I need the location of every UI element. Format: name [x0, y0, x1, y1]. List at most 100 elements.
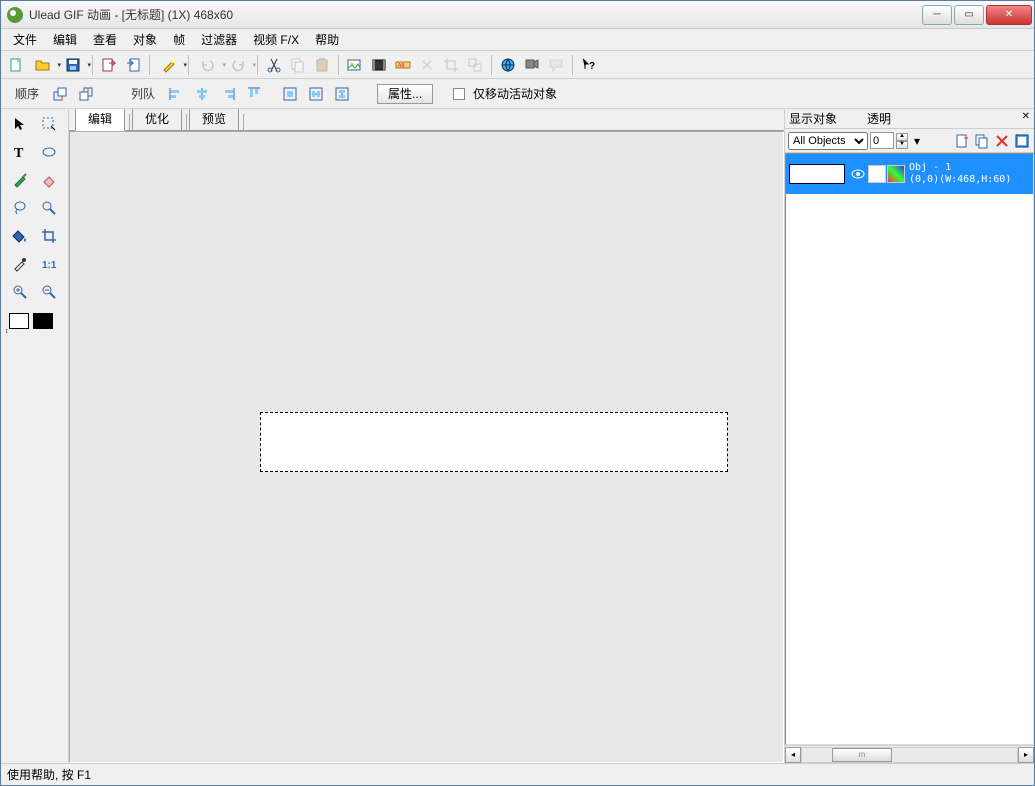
maximize-button[interactable]: ▭: [954, 5, 984, 25]
object-properties-icon[interactable]: [1013, 132, 1031, 150]
dropdown-toggle[interactable]: ▾: [910, 132, 924, 150]
tab-edit[interactable]: 编辑: [75, 109, 125, 131]
background-color[interactable]: [33, 313, 53, 329]
delete-object-icon[interactable]: [993, 132, 1011, 150]
import-button[interactable]: [122, 54, 144, 76]
paste-button[interactable]: [311, 54, 333, 76]
svg-text:AB: AB: [398, 63, 405, 69]
menu-bar: 文件 编辑 查看 对象 帧 过滤器 视频 F/X 帮助: [1, 29, 1034, 51]
menu-frame[interactable]: 帧: [165, 29, 193, 50]
menu-video-fx[interactable]: 视频 F/X: [245, 29, 307, 50]
browser-icon[interactable]: [497, 54, 519, 76]
object-item[interactable]: Obj - 1 (0,0)(W:468,H:60): [786, 154, 1033, 194]
transparent-input[interactable]: [870, 132, 894, 149]
oval-tool[interactable]: [39, 141, 61, 163]
move-active-label: 仅移动活动对象: [473, 85, 557, 102]
scroll-track[interactable]: m: [801, 747, 1018, 763]
align-left-button[interactable]: [165, 83, 187, 105]
distribute-v-button[interactable]: [331, 83, 353, 105]
swap-colors-icon[interactable]: ↕: [5, 328, 9, 335]
menu-file[interactable]: 文件: [5, 29, 45, 50]
brush-tool[interactable]: [9, 169, 31, 191]
separator: [149, 55, 150, 75]
open-button[interactable]: ▾: [29, 54, 57, 76]
export-button[interactable]: [98, 54, 120, 76]
menu-view[interactable]: 查看: [85, 29, 125, 50]
object-panel: 显示对象 透明 ✕ All Objects ▲▼ ▾: [784, 109, 1034, 763]
zoom-in-tool[interactable]: [9, 281, 31, 303]
add-object-icon[interactable]: [953, 132, 971, 150]
close-button[interactable]: ✕: [986, 5, 1032, 25]
zoom-out-tool[interactable]: [39, 281, 61, 303]
canvas-tabs: 编辑 优化 预览: [69, 109, 784, 131]
new-button[interactable]: [5, 54, 27, 76]
align-top-button[interactable]: [243, 83, 265, 105]
align-middle-button[interactable]: [279, 83, 301, 105]
context-help-button[interactable]: ?: [578, 54, 600, 76]
move-active-checkbox[interactable]: [453, 88, 465, 100]
main-toolbar: ▾ ▾ ▾ ▾ ▾ AB ?: [1, 51, 1034, 79]
status-bar: 使用帮助, 按 F1: [1, 763, 1034, 785]
distribute-h-button[interactable]: [305, 83, 327, 105]
bring-front-button[interactable]: [49, 83, 71, 105]
display-object-dropdown[interactable]: All Objects: [788, 132, 868, 150]
selection-tool[interactable]: [39, 113, 61, 135]
object-coords: (0,0)(W:468,H:60): [909, 174, 1011, 186]
menu-filter[interactable]: 过滤器: [193, 29, 245, 50]
svg-text:T: T: [14, 146, 24, 160]
cut-button[interactable]: [263, 54, 285, 76]
tool-palette: T 1:1: [1, 109, 69, 763]
scroll-right-button[interactable]: ▸: [1018, 747, 1034, 763]
align-center-h-button[interactable]: [191, 83, 213, 105]
object-info: Obj - 1 (0,0)(W:468,H:60): [909, 162, 1011, 186]
spin-buttons[interactable]: ▲▼: [896, 133, 908, 149]
lasso-tool[interactable]: [9, 197, 31, 219]
separator: [188, 55, 189, 75]
eyedropper-tool[interactable]: [9, 253, 31, 275]
crop-icon[interactable]: [440, 54, 462, 76]
crop-tool[interactable]: [39, 225, 61, 247]
add-banner-button[interactable]: AB: [392, 54, 414, 76]
canvas-viewport[interactable]: [69, 131, 784, 763]
main-area: T 1:1: [1, 109, 1034, 763]
align-right-button[interactable]: [217, 83, 239, 105]
add-image-button[interactable]: [344, 54, 366, 76]
visibility-icon[interactable]: [849, 165, 867, 183]
send-back-button[interactable]: [75, 83, 97, 105]
add-video-button[interactable]: [368, 54, 390, 76]
panel-close-icon[interactable]: ✕: [1022, 111, 1030, 122]
canvas-object[interactable]: [260, 412, 728, 472]
copy-button[interactable]: [287, 54, 309, 76]
layer-color-icon[interactable]: [887, 165, 905, 183]
undo-button[interactable]: ▾: [194, 54, 222, 76]
save-button[interactable]: ▾: [59, 54, 87, 76]
wizard-button[interactable]: ▾: [155, 54, 183, 76]
tab-optimize[interactable]: 优化: [132, 109, 182, 130]
scroll-thumb[interactable]: m: [832, 748, 892, 762]
actual-size-tool[interactable]: 1:1: [39, 253, 61, 275]
magnify-tool[interactable]: [39, 197, 61, 219]
svg-text:1:1: 1:1: [42, 260, 57, 271]
preview-icon[interactable]: [521, 54, 543, 76]
menu-object[interactable]: 对象: [125, 29, 165, 50]
tab-separator: [243, 114, 244, 130]
pointer-tool[interactable]: [9, 113, 31, 135]
eraser-tool[interactable]: [39, 169, 61, 191]
tab-preview[interactable]: 预览: [189, 109, 239, 130]
foreground-color[interactable]: [9, 313, 29, 329]
text-tool[interactable]: T: [9, 141, 31, 163]
scissors-icon[interactable]: [416, 54, 438, 76]
properties-button[interactable]: 属性...: [377, 84, 433, 104]
scroll-left-button[interactable]: ◂: [785, 747, 801, 763]
minimize-button[interactable]: ─: [922, 5, 952, 25]
menu-edit[interactable]: 编辑: [45, 29, 85, 50]
fill-tool[interactable]: [9, 225, 31, 247]
redo-button[interactable]: ▾: [224, 54, 252, 76]
menu-help[interactable]: 帮助: [307, 29, 347, 50]
panel-scrollbar[interactable]: ◂ m ▸: [785, 745, 1034, 763]
comment-icon[interactable]: [545, 54, 567, 76]
duplicate-object-icon[interactable]: [973, 132, 991, 150]
merge-icon[interactable]: [464, 54, 486, 76]
lock-icon[interactable]: [868, 165, 886, 183]
panel-controls: All Objects ▲▼ ▾: [785, 129, 1034, 153]
